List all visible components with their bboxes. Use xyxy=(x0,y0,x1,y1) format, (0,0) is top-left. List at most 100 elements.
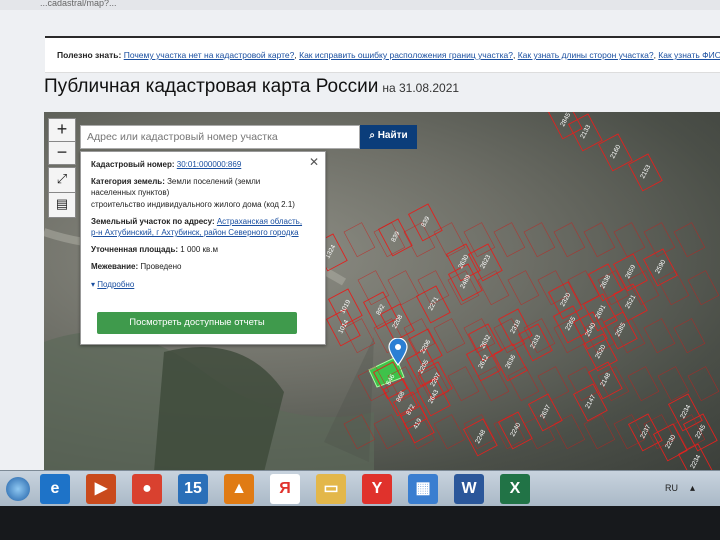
parcel-outline[interactable] xyxy=(613,414,646,450)
parcel-label: 2147 xyxy=(584,393,597,409)
parcel-outline[interactable] xyxy=(687,366,720,402)
zoom-out-button[interactable]: − xyxy=(48,141,76,165)
parcel-outline[interactable] xyxy=(357,270,390,306)
parcel-label: 1019 xyxy=(339,298,352,314)
parcel-outline[interactable] xyxy=(507,270,540,306)
land-category-label: Категория земель: xyxy=(91,177,165,186)
details-link[interactable]: Подробно xyxy=(97,280,134,289)
parcel-outline[interactable] xyxy=(553,222,586,258)
close-icon[interactable]: ✕ xyxy=(309,155,319,169)
word-icon[interactable]: W xyxy=(454,474,484,504)
parcel-outline[interactable] xyxy=(433,222,466,258)
triangle-app-icon[interactable]: ▲ xyxy=(224,474,254,504)
address-link-1[interactable]: Астраханская область, xyxy=(217,217,302,226)
media-player-icon[interactable]: ▶ xyxy=(86,474,116,504)
parcel-label: 2638 xyxy=(599,273,612,289)
parcel-outline[interactable] xyxy=(583,414,616,450)
view-reports-button[interactable]: Посмотреть доступные отчеты xyxy=(97,312,297,334)
parcel-label: 2207 xyxy=(429,371,442,387)
info-link-owner-name[interactable]: Как узнать ФИО собст xyxy=(658,50,720,60)
parcel-outline[interactable] xyxy=(643,318,676,354)
folder-icon[interactable]: ▭ xyxy=(316,474,346,504)
fullscreen-icon[interactable]: ⤢ xyxy=(48,167,76,193)
parcel-outline[interactable] xyxy=(343,222,376,258)
parcel-label: 2845 xyxy=(559,112,572,128)
parcel-label: 2234 xyxy=(689,453,702,469)
browser-window: ...cadastral/map?... Полезно знать: Поче… xyxy=(0,0,720,470)
badge-15-icon[interactable]: 15 xyxy=(178,474,208,504)
page-title: Публичная кадастровая карта России на 31.… xyxy=(44,76,460,97)
explorer-icon[interactable]: ▦ xyxy=(408,474,438,504)
parcel-outline[interactable] xyxy=(507,366,540,402)
address-bar[interactable]: ...cadastral/map?... xyxy=(0,0,720,10)
excel-icon[interactable]: X xyxy=(500,474,530,504)
info-link-missing-parcel[interactable]: Почему участка нет на кадастровой карте? xyxy=(124,50,295,60)
ie-icon[interactable]: e xyxy=(40,474,70,504)
parcel-outline[interactable] xyxy=(477,366,510,402)
parcel-outline[interactable] xyxy=(673,318,706,354)
info-link-side-lengths[interactable]: Как узнать длины сторон участка? xyxy=(518,50,654,60)
parcel-outline[interactable] xyxy=(493,222,526,258)
parcel-label: 2133 xyxy=(579,123,592,139)
parcel-outline[interactable] xyxy=(463,222,496,258)
location-pin-icon[interactable] xyxy=(388,338,408,366)
parcel-outline[interactable] xyxy=(673,222,706,258)
parcel-outline[interactable] xyxy=(627,366,660,402)
parcel-label: 2637 xyxy=(539,403,552,419)
parcel-label: 2590 xyxy=(654,258,667,274)
windows-taskbar: e ▶ ● 15 ▲ Я ▭ Y ▦ W X RU ▴ xyxy=(0,470,720,507)
address-label: Земельный участок по адресу: xyxy=(91,217,215,226)
parcel-label: 2521 xyxy=(624,293,637,309)
tray-arrow-icon[interactable]: ▴ xyxy=(690,483,695,494)
parcel-label: 2623 xyxy=(479,253,492,269)
parcel-label: 2153 xyxy=(639,163,652,179)
parcel-label: 2612 xyxy=(477,353,490,369)
parcel-outline[interactable] xyxy=(477,270,510,306)
parcel-label: 2520 xyxy=(594,343,607,359)
parcel-label: 2630 xyxy=(457,253,470,269)
cad-number-link[interactable]: 30:01:000000:869 xyxy=(177,160,242,169)
land-category-value: населенных пунктов) xyxy=(91,188,170,197)
search-input[interactable] xyxy=(80,125,360,149)
parcel-label: 2585 xyxy=(614,321,627,337)
parcel-label: 2271 xyxy=(427,295,440,311)
parcel-outline[interactable] xyxy=(403,318,436,354)
yandex-browser-icon[interactable]: Y xyxy=(362,474,392,504)
parcel-outline[interactable] xyxy=(387,270,420,306)
parcel-label: 1014 xyxy=(337,318,350,334)
parcel-outline[interactable] xyxy=(523,222,556,258)
chrome-icon[interactable]: ● xyxy=(132,474,162,504)
cadastral-map[interactable]: 1019 1014 892 2208 2271 2489 2623 2630 2206 2205 2… xyxy=(44,112,720,470)
info-link-fix-borders[interactable]: Как исправить ошибку расположения границ… xyxy=(299,50,513,60)
parcel-outline[interactable] xyxy=(373,414,406,450)
parcel-outline[interactable] xyxy=(687,270,720,306)
parcel-label: 839 xyxy=(390,230,401,243)
parcel-label: 2320 xyxy=(559,291,572,307)
parcel-label: 2540 xyxy=(584,321,597,337)
yandex-icon[interactable]: Я xyxy=(270,474,300,504)
parcel-outline[interactable] xyxy=(433,318,466,354)
parcel-label: 2632 xyxy=(479,333,492,349)
parcel-outline[interactable] xyxy=(583,222,616,258)
address-link-2[interactable]: р-н Ахтубинский, г Ахтубинск, район Севе… xyxy=(91,228,299,237)
parcel-outline[interactable] xyxy=(643,222,676,258)
parcel-label: 2265 xyxy=(564,315,577,331)
url-text: ...cadastral/map?... xyxy=(40,0,117,8)
language-indicator[interactable]: RU xyxy=(665,483,678,493)
zoom-in-button[interactable]: + xyxy=(48,118,76,142)
parcel-outline[interactable] xyxy=(567,270,600,306)
parcel-outline[interactable] xyxy=(537,366,570,402)
parcel-outline[interactable] xyxy=(433,414,466,450)
search-button[interactable]: ⌕ Найти xyxy=(360,125,417,149)
start-button[interactable] xyxy=(6,477,30,501)
parcel-outline[interactable] xyxy=(447,366,480,402)
parcel-outline[interactable] xyxy=(657,270,690,306)
print-icon[interactable]: ▤ xyxy=(48,192,76,218)
parcel-outline[interactable] xyxy=(553,414,586,450)
parcel-outline[interactable] xyxy=(613,222,646,258)
parcel-label: 2237 xyxy=(639,423,652,439)
survey-value: Проведено xyxy=(140,262,182,271)
parcel-label: 892 xyxy=(375,303,386,316)
area-value: 1 000 кв.м xyxy=(180,245,219,254)
parcel-label: 2691 xyxy=(594,303,607,319)
